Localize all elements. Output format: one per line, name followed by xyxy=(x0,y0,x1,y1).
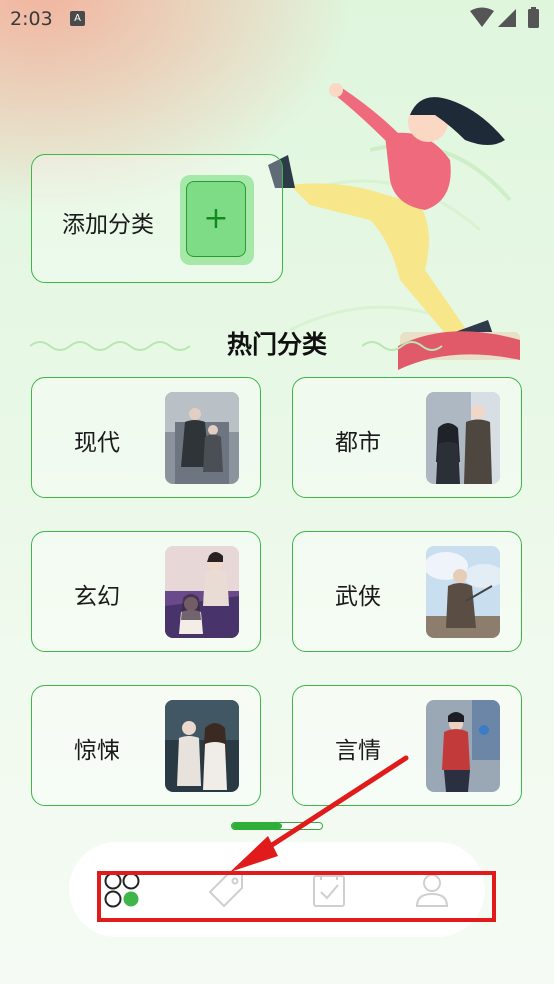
page-indicator xyxy=(231,822,323,830)
category-label: 武侠 xyxy=(335,584,381,610)
status-time: 2:03 xyxy=(10,8,53,30)
add-category-label: 添加分类 xyxy=(62,212,154,238)
category-label: 言情 xyxy=(335,738,381,764)
plus-icon: + xyxy=(203,201,229,236)
hot-categories-title: 热门分类 xyxy=(226,330,327,359)
notification-icon: A xyxy=(70,11,85,26)
category-card-martial-arts[interactable]: 武侠 xyxy=(292,531,522,652)
battery-icon xyxy=(528,9,539,28)
category-card-urban[interactable]: 都市 xyxy=(292,377,522,498)
wave-decoration-right xyxy=(362,341,443,351)
status-icons xyxy=(470,7,539,28)
tag-icon[interactable] xyxy=(206,870,246,910)
status-bar: 2:03 A xyxy=(0,0,554,38)
urban-cover xyxy=(426,392,500,484)
thriller-cover xyxy=(165,700,239,792)
category-card-romance[interactable]: 言情 xyxy=(292,685,522,806)
add-category-button[interactable]: + xyxy=(186,181,246,257)
category-card-modern[interactable]: 现代 xyxy=(31,377,261,498)
category-label: 惊悚 xyxy=(74,738,120,764)
fantasy-cover xyxy=(165,546,239,638)
martial-arts-cover xyxy=(426,546,500,638)
romance-cover xyxy=(426,700,500,792)
wifi-icon xyxy=(470,7,494,27)
profile-icon[interactable] xyxy=(412,870,452,910)
category-grid-icon[interactable] xyxy=(102,870,142,910)
category-label: 现代 xyxy=(74,430,120,456)
checklist-icon[interactable] xyxy=(309,870,349,910)
modern-cover xyxy=(165,392,239,484)
bottom-nav xyxy=(69,842,485,937)
signal-icon xyxy=(498,9,516,27)
category-card-thriller[interactable]: 惊悚 xyxy=(31,685,261,806)
category-label: 都市 xyxy=(335,430,381,456)
add-category-card[interactable]: 添加分类 + xyxy=(31,154,283,283)
page-indicator-fill xyxy=(232,823,282,829)
category-label: 玄幻 xyxy=(74,584,120,610)
add-category-button-halo: + xyxy=(180,175,254,265)
category-card-fantasy[interactable]: 玄幻 xyxy=(31,531,261,652)
